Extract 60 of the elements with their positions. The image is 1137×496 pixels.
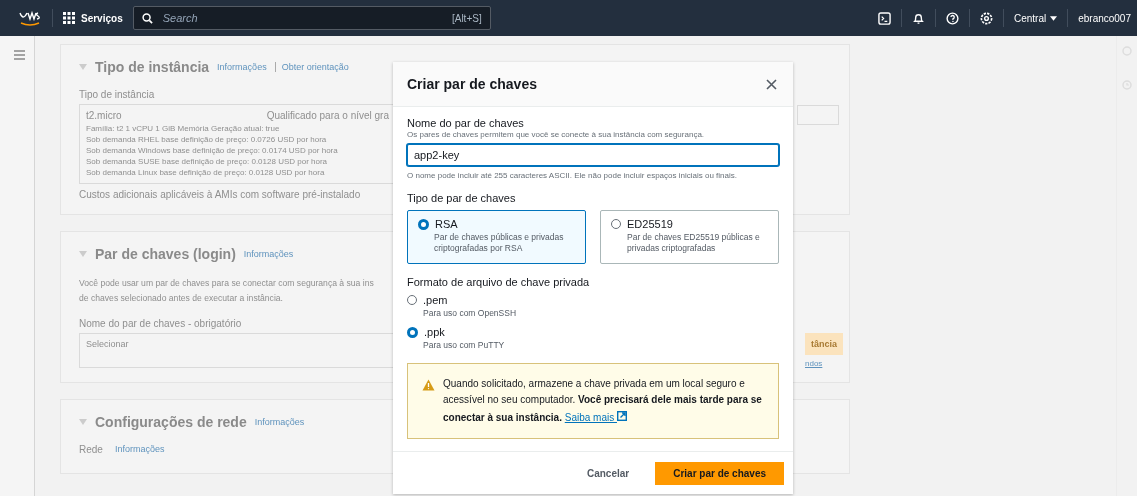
radio-button[interactable] [611, 219, 621, 229]
grid-icon [63, 12, 75, 24]
radio-button[interactable] [407, 326, 418, 338]
close-button[interactable] [764, 76, 779, 92]
key-type-tile[interactable]: RSA Par de chaves públicas e privadas criptografadas por RSA [407, 210, 586, 264]
help-icon[interactable] [945, 11, 959, 25]
description-text: de chaves selecionado antes de executar a instância. [79, 292, 283, 305]
settings-icon[interactable] [979, 11, 993, 25]
field-label: Formato de arquivo de chave privada [407, 276, 591, 288]
option-description: Para uso com PuTTY [422, 340, 506, 351]
search-input[interactable]: Search [160, 11, 444, 25]
option-label: .pem [423, 294, 448, 306]
description-text: Você pode usar um par de chaves para se conectar com segurança à sua ins [79, 277, 374, 290]
key-pair-select[interactable]: Selecionar [79, 333, 396, 368]
field-label: Nome do par de chaves [407, 117, 525, 129]
option-description: Par de chaves públicas e privadas criptografadas por RSA [433, 232, 565, 254]
search-bar[interactable]: Search [Alt+S] [132, 6, 491, 30]
field-constraint: O nome pode incluir até 255 caracteres ASCII. Ele não pode incluir espaços iniciais ou finais. [407, 171, 738, 180]
info-link[interactable]: Informações [243, 249, 294, 259]
option-description: Par de chaves ED25519 públicas e privadas criptografadas [626, 232, 761, 254]
services-menu-button[interactable]: Serviços [63, 12, 123, 24]
refresh-link[interactable]: ndos [805, 359, 823, 368]
field-label: Rede [79, 444, 103, 455]
shortcut-hint: [Alt+S] [451, 12, 482, 24]
learn-more-link[interactable]: Saiba mais [564, 412, 627, 423]
account-menu[interactable]: ebranco007 [1078, 12, 1131, 24]
field-label: Nome do par de chaves - obrigatório [79, 318, 242, 329]
logo-icon[interactable] [18, 9, 42, 27]
external-link-icon [617, 411, 627, 421]
radio-button[interactable] [407, 295, 417, 305]
field-description: Os pares de chaves permitem que você se conecte à sua instância com segurança. [407, 130, 706, 139]
create-key-pair-button[interactable]: Criar par de chaves [655, 462, 784, 485]
input-field[interactable] [797, 105, 839, 125]
info-link[interactable]: Informações [114, 444, 165, 459]
bell-icon[interactable] [911, 11, 925, 25]
info-link[interactable]: Informações [254, 417, 305, 427]
info-link[interactable]: Informações [217, 62, 267, 72]
info-link[interactable]: Obter orientação [274, 62, 349, 72]
cancel-button[interactable]: Cancelar [576, 462, 640, 485]
radio-button[interactable] [418, 218, 429, 230]
search-icon [141, 12, 153, 24]
section-title: Configurações de rede [95, 414, 247, 430]
field-label: Tipo de par de chaves [407, 192, 517, 204]
section-title: Par de chaves (login) [95, 246, 236, 262]
caret-icon [1050, 15, 1058, 21]
terminal-icon[interactable] [877, 11, 891, 25]
create-key-pair-button[interactable]: tância [805, 333, 843, 355]
dialog-title: Criar par de chaves [407, 76, 537, 92]
key-pair-name-input[interactable]: app2-key [407, 144, 779, 166]
key-type-tile[interactable]: ED25519 Par de chaves ED25519 públicas e privadas criptografadas [600, 210, 779, 264]
option-label: .ppk [424, 326, 445, 338]
region-menu[interactable]: Central [1013, 12, 1058, 24]
section-title: Tipo de instância [95, 59, 210, 75]
field-label: Tipo de instância [79, 89, 155, 100]
option-label: ED25519 [627, 218, 673, 230]
warning-text: Quando solicitado, armazene a chave privada em um local seguro e acessível no seu computador. Você precisará dele mais tarde para se conectar à sua instância. Saiba mais [443, 377, 763, 425]
option-label: RSA [435, 218, 458, 230]
warning-icon [422, 379, 435, 391]
option-description: Para uso com OpenSSH [422, 308, 518, 319]
note-text: Custos adicionais aplicáveis à AMIs com software pré-instalado [79, 189, 361, 200]
